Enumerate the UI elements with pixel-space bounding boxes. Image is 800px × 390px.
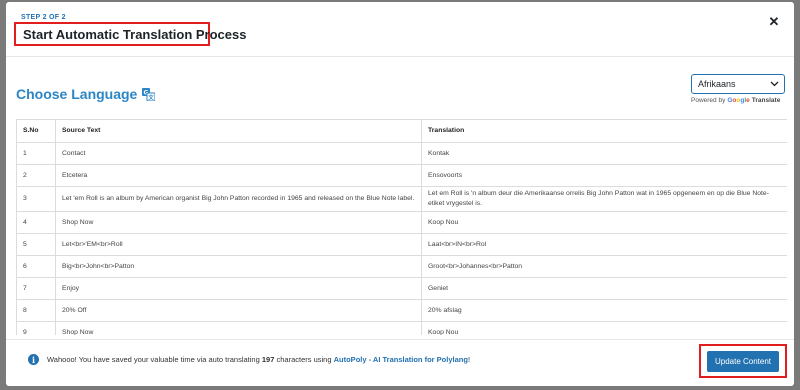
row-number: 5 xyxy=(16,233,56,256)
table-row: 4 Shop Now Koop Nou xyxy=(16,211,787,234)
source-text-cell: Contact xyxy=(55,142,422,165)
footer-divider xyxy=(6,339,794,340)
source-text-cell: Shop Now xyxy=(55,321,422,335)
column-header-sno: S.No xyxy=(16,119,56,143)
translation-cell: Let em Roll is 'n album deur die Amerika… xyxy=(421,186,787,212)
powered-by-label: Powered by xyxy=(691,97,726,104)
table-row: 9 Shop Now Koop Nou xyxy=(16,321,787,335)
powered-by-google: Powered by Google Translate xyxy=(691,97,786,104)
column-header-translation: Translation xyxy=(421,119,787,143)
language-select[interactable]: Afrikaans xyxy=(691,74,785,94)
update-content-button[interactable]: Update Content xyxy=(707,350,779,372)
source-text-cell: 20% Off xyxy=(55,299,422,322)
translation-cell: Groot<br>Johannes<br>Patton xyxy=(421,255,787,278)
translation-modal: STEP 2 OF 2 Start Automatic Translation … xyxy=(6,2,794,386)
translation-cell: 20% afslag xyxy=(421,299,787,322)
update-content-highlight: Update Content xyxy=(699,344,787,378)
translate-icon: G 文 xyxy=(142,87,156,101)
svg-text:文: 文 xyxy=(149,93,155,101)
table-row: 2 Etcetera Ensovoorts xyxy=(16,164,787,187)
row-number: 2 xyxy=(16,164,56,187)
source-text-cell: Big<br>John<br>Patton xyxy=(55,255,422,278)
translation-cell: Laat<br>IN<br>Rol xyxy=(421,233,787,256)
source-text-cell: Let<br>'EM<br>Roll xyxy=(55,233,422,256)
source-text-cell: Etcetera xyxy=(55,164,422,187)
table-row: 7 Enjoy Geniet xyxy=(16,277,787,300)
autopoly-link[interactable]: AutoPoly - AI Translation for Polylang xyxy=(334,355,468,364)
table-row: 6 Big<br>John<br>Patton Groot<br>Johanne… xyxy=(16,255,787,278)
savings-text: Wahooo! You have saved your valuable tim… xyxy=(47,355,470,364)
savings-suffix: ! xyxy=(467,355,471,364)
close-icon: ✕ xyxy=(768,14,780,29)
table-row: 5 Let<br>'EM<br>Roll Laat<br>IN<br>Rol xyxy=(16,233,787,256)
translation-cell: Geniet xyxy=(421,277,787,300)
powered-by-translate: Translate xyxy=(751,97,781,104)
row-number: 7 xyxy=(16,277,56,300)
table-row: 1 Contact Kontak xyxy=(16,142,787,165)
translation-cell: Koop Nou xyxy=(421,321,787,335)
choose-language-heading: Choose Language G 文 xyxy=(16,86,156,102)
choose-language-title: Choose Language xyxy=(16,86,138,102)
source-text-cell: Let 'em Roll is an album by American org… xyxy=(55,186,422,212)
row-number: 4 xyxy=(16,211,56,234)
info-icon: i xyxy=(28,354,39,365)
savings-notice: i Wahooo! You have saved your valuable t… xyxy=(28,354,470,365)
modal-title-highlight: Start Automatic Translation Process xyxy=(14,22,246,46)
header-divider xyxy=(6,56,794,57)
translation-cell: Koop Nou xyxy=(421,211,787,234)
google-logo: Google xyxy=(727,97,750,104)
savings-mid: characters using xyxy=(276,355,332,364)
translation-table-container[interactable]: S.No Source Text Translation 1 Contact K… xyxy=(16,119,787,335)
translation-cell: Kontak xyxy=(421,142,787,165)
source-text-cell: Shop Now xyxy=(55,211,422,234)
table-row: 3 Let 'em Roll is an album by American o… xyxy=(16,186,787,212)
character-count: 197 xyxy=(261,355,275,364)
modal-title: Start Automatic Translation Process xyxy=(23,26,247,42)
column-header-source: Source Text xyxy=(55,119,422,143)
row-number: 3 xyxy=(16,186,56,212)
row-number: 6 xyxy=(16,255,56,278)
source-text-cell: Enjoy xyxy=(55,277,422,300)
chevron-down-icon xyxy=(770,81,779,87)
row-number: 8 xyxy=(16,299,56,322)
savings-prefix: Wahooo! You have saved your valuable tim… xyxy=(47,355,260,364)
row-number: 9 xyxy=(16,321,56,335)
step-indicator: STEP 2 OF 2 xyxy=(21,14,66,21)
table-header-row: S.No Source Text Translation xyxy=(16,119,787,143)
translation-cell: Ensovoorts xyxy=(421,164,787,187)
row-number: 1 xyxy=(16,142,56,165)
translation-table: S.No Source Text Translation 1 Contact K… xyxy=(16,119,787,335)
table-row: 8 20% Off 20% afslag xyxy=(16,299,787,322)
language-select-value: Afrikaans xyxy=(698,79,736,89)
close-button[interactable]: ✕ xyxy=(765,13,783,31)
